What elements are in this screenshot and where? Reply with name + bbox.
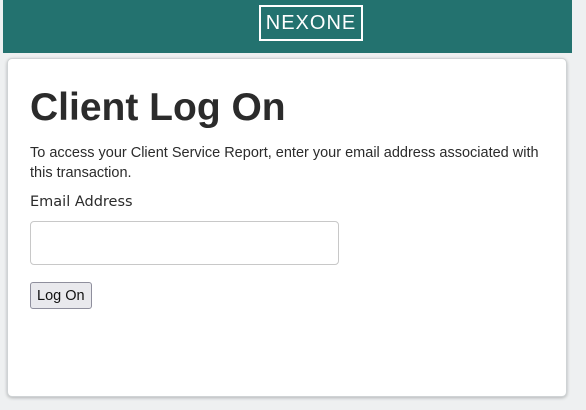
page-title: Client Log On — [30, 86, 286, 129]
email-label: Email Address — [30, 194, 133, 210]
email-field[interactable] — [30, 221, 339, 265]
nexone-logo: NEXONE — [259, 5, 363, 41]
login-card: Client Log On To access your Client Serv… — [7, 58, 567, 397]
instructions-text: To access your Client Service Report, en… — [30, 145, 539, 181]
log-on-button[interactable]: Log On — [30, 282, 92, 309]
header-bar: NEXONE — [3, 0, 572, 53]
